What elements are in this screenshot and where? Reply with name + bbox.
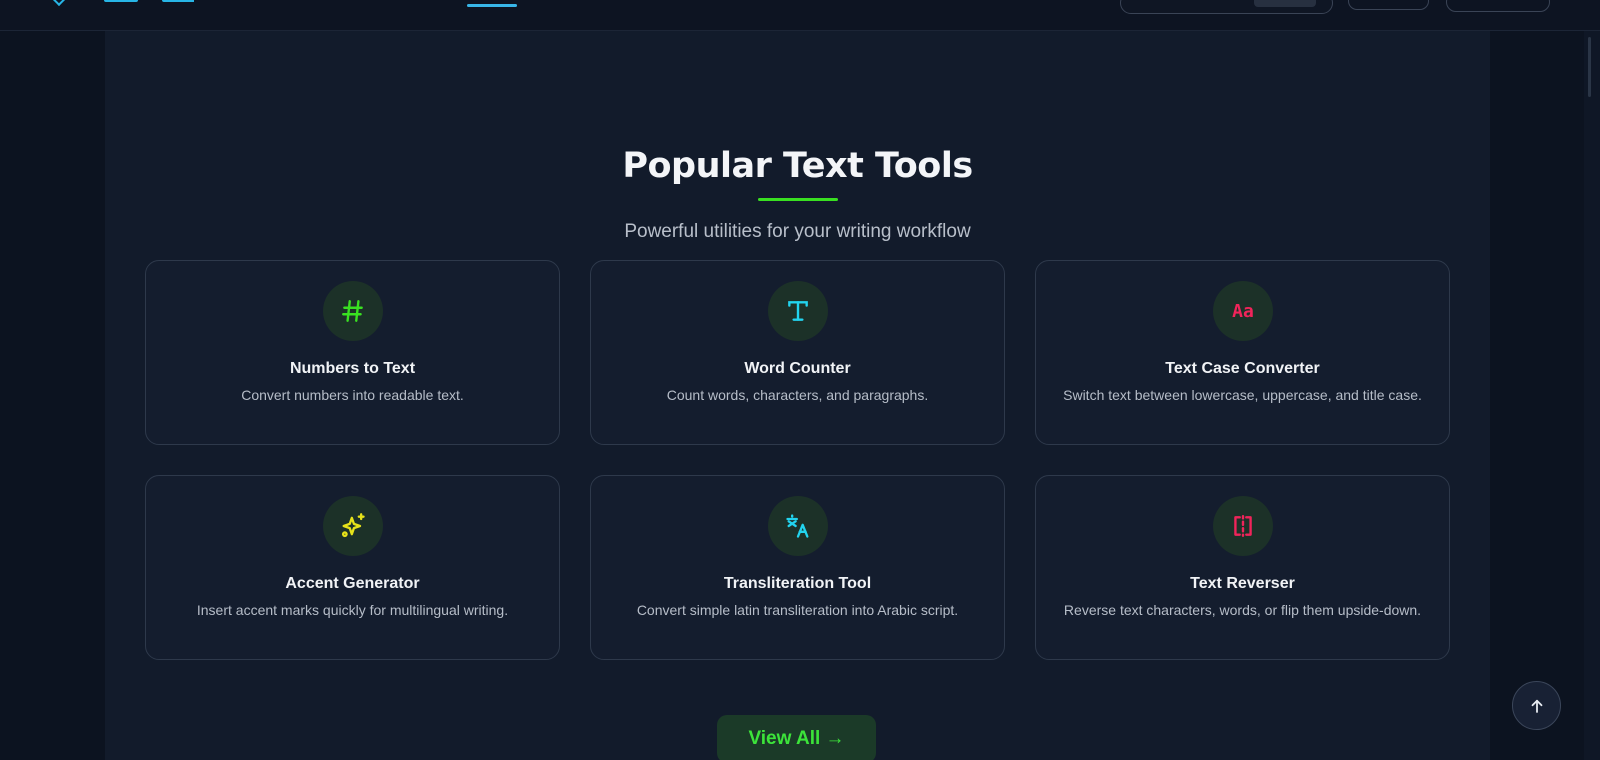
site-logo[interactable] (44, 0, 194, 6)
search-button[interactable] (1254, 0, 1316, 7)
top-navbar (0, 0, 1600, 31)
tool-card-description: Convert numbers into readable text. (241, 387, 464, 403)
tool-card-numbers-to-text[interactable]: Numbers to Text Convert numbers into rea… (145, 260, 560, 445)
title-underline (758, 198, 838, 201)
tool-card-description: Count words, characters, and paragraphs. (666, 387, 929, 403)
arrow-up-icon (1531, 699, 1542, 713)
active-nav-indicator (467, 4, 517, 7)
nav-button[interactable] (1446, 0, 1550, 12)
tool-card-description: Switch text between lowercase, uppercase… (1063, 387, 1422, 403)
tool-card-text-case-converter[interactable]: Aa Text Case Converter Switch text betwe… (1035, 260, 1450, 445)
tool-card-description: Insert accent marks quickly for multilin… (196, 602, 509, 618)
view-all-button[interactable]: View All → (717, 715, 876, 760)
section-title: Popular Text Tools (622, 146, 973, 186)
popular-tools-section: Popular Text Tools Powerful utilities fo… (105, 31, 1490, 760)
section-subtitle: Powerful utilities for your writing work… (624, 221, 971, 242)
tool-card-title: Numbers to Text (289, 360, 416, 377)
tool-card-description: Reverse text characters, words, or flip … (1063, 602, 1422, 618)
tool-card-title: Text Case Converter (1165, 360, 1320, 377)
logo-mark-icon (51, 0, 67, 6)
tool-card-word-counter[interactable]: Word Counter Count words, characters, an… (590, 260, 1005, 445)
scroll-to-top-button[interactable] (1512, 681, 1561, 730)
sparkles-icon (323, 496, 383, 556)
tool-card-title: Word Counter (744, 360, 851, 377)
tool-card-transliteration-tool[interactable]: Transliteration Tool Convert simple lati… (590, 475, 1005, 660)
nav-button[interactable] (1348, 0, 1429, 10)
hash-icon (323, 281, 383, 341)
aa-icon: Aa (1213, 281, 1273, 341)
tool-card-title: Text Reverser (1190, 575, 1295, 592)
translate-icon (768, 496, 828, 556)
search-input[interactable] (1120, 0, 1333, 14)
text-t-icon (768, 281, 828, 341)
tool-card-accent-generator[interactable]: Accent Generator Insert accent marks qui… (145, 475, 560, 660)
tool-card-description: Convert simple latin transliteration int… (636, 602, 959, 618)
flip-icon (1213, 496, 1273, 556)
scrollbar[interactable] (1584, 31, 1600, 760)
tool-card-text-reverser[interactable]: Text Reverser Reverse text characters, w… (1035, 475, 1450, 660)
tool-card-title: Transliteration Tool (723, 575, 872, 592)
tool-card-title: Accent Generator (285, 575, 420, 592)
